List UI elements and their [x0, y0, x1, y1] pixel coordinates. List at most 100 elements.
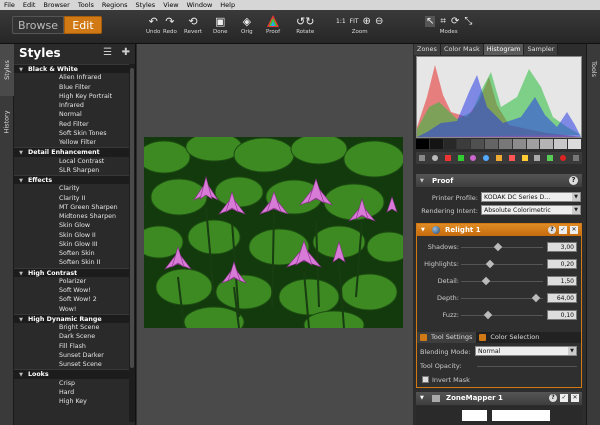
help-icon[interactable]: ? — [569, 176, 578, 185]
style-item[interactable]: Soften Skin — [14, 249, 129, 258]
style-item[interactable]: Sunset Scene — [14, 360, 129, 369]
style-item[interactable]: Local Contrast — [14, 157, 129, 166]
menu-tools[interactable]: Tools — [74, 1, 98, 9]
add-style-icon[interactable]: ✚ — [122, 47, 130, 58]
zone-box[interactable] — [462, 410, 487, 421]
slider-handle[interactable] — [483, 310, 493, 320]
invert-mask-checkbox[interactable] — [422, 376, 429, 383]
style-item[interactable]: Normal — [14, 110, 129, 119]
redo-button[interactable]: ↷ Redo — [163, 13, 177, 36]
style-item[interactable]: Soft Skin Tones — [14, 129, 129, 138]
style-item[interactable]: Red Filter — [14, 120, 129, 129]
slider-handle[interactable] — [532, 293, 541, 303]
film-icon[interactable] — [534, 155, 541, 161]
swatch-icon[interactable] — [508, 155, 515, 161]
menu-regions[interactable]: Regions — [98, 1, 132, 9]
menu-help[interactable]: Help — [216, 1, 239, 9]
style-item[interactable]: Skin Glow — [14, 221, 129, 230]
style-item[interactable]: Yellow Filter — [14, 138, 129, 147]
close-icon[interactable]: ✕ — [571, 394, 579, 402]
style-category[interactable]: ▼ High Contrast — [14, 267, 129, 277]
style-item[interactable]: Fill Flash — [14, 342, 129, 351]
done-button[interactable]: ▣ Done — [213, 13, 227, 36]
crop-icon[interactable]: ⌗ — [440, 16, 446, 27]
slider-handle[interactable] — [493, 242, 503, 252]
style-item[interactable]: Polarizer — [14, 277, 129, 286]
menu-styles[interactable]: Styles — [131, 1, 159, 9]
style-category[interactable]: ▼ Looks — [14, 369, 129, 379]
slider-value-input[interactable]: 0,10 — [547, 310, 577, 320]
tab-sampler[interactable]: Sampler — [524, 44, 559, 55]
rotate-button[interactable]: ↺↻ Rotate — [296, 13, 314, 36]
tool-opacity-slider[interactable] — [477, 366, 577, 367]
moon-icon[interactable] — [432, 155, 439, 161]
zoom-out-icon[interactable]: ⊖ — [375, 16, 383, 27]
transform-icon[interactable]: ⤡ — [464, 16, 472, 27]
style-item[interactable]: Alien Infrared — [14, 73, 129, 82]
zoom-fit-button[interactable]: FIT — [350, 18, 359, 25]
style-item[interactable]: Wow! — [14, 305, 129, 314]
color-wheel-icon[interactable] — [470, 155, 477, 161]
style-item[interactable]: High Key Portrait — [14, 92, 129, 101]
edit-mode-button[interactable]: Edit — [64, 16, 102, 34]
proof-panel-header[interactable]: ▼ Proof ? — [416, 174, 582, 187]
style-item[interactable]: Sunset Darker — [14, 351, 129, 360]
style-item[interactable]: High Key — [14, 397, 129, 406]
rotate-tool-icon[interactable]: ⟳ — [451, 16, 459, 27]
close-icon[interactable]: ✕ — [570, 226, 578, 234]
slider-track[interactable] — [461, 281, 543, 282]
record-icon[interactable] — [559, 155, 566, 161]
tab-history[interactable]: History — [0, 96, 14, 148]
style-category[interactable]: ▼ Effects — [14, 175, 129, 185]
relight-header[interactable]: ▼ Relight 1 ? ✓ ✕ — [417, 224, 581, 236]
slider-value-input[interactable]: 0,20 — [547, 259, 577, 269]
tab-histogram[interactable]: Histogram — [483, 44, 525, 55]
style-item[interactable]: Infrared — [14, 101, 129, 110]
slider-value-input[interactable]: 3,00 — [547, 242, 577, 252]
grid-icon[interactable] — [547, 155, 554, 161]
tab-tools[interactable]: Tools — [587, 44, 600, 94]
plus-icon[interactable] — [572, 155, 579, 161]
sphere-icon[interactable] — [483, 155, 490, 161]
layer-icon[interactable] — [419, 155, 426, 161]
list-view-icon[interactable]: ☰ — [103, 47, 112, 58]
help-icon[interactable]: ? — [549, 394, 557, 402]
browse-mode-button[interactable]: Browse — [12, 16, 64, 34]
slider-value-input[interactable]: 1,50 — [547, 276, 577, 286]
style-category[interactable]: ▼ Detail Enhancement — [14, 147, 129, 157]
tab-tool-settings[interactable]: Tool Settings — [417, 332, 477, 343]
menu-browser[interactable]: Browser — [39, 1, 73, 9]
tab-styles[interactable]: Styles — [0, 44, 14, 96]
zonemapper-header[interactable]: ▼ ZoneMapper 1 ? ✓ ✕ — [416, 392, 582, 405]
zoom-in-icon[interactable]: ⊕ — [363, 16, 371, 27]
revert-button[interactable]: ⟲ Revert — [184, 13, 202, 36]
help-icon[interactable]: ? — [548, 226, 556, 234]
menu-view[interactable]: View — [159, 1, 182, 9]
zone-box[interactable] — [492, 410, 550, 421]
tab-color-mask[interactable]: Color Mask — [440, 44, 484, 55]
style-item[interactable]: Clarity II — [14, 194, 129, 203]
palette-icon[interactable] — [521, 155, 528, 161]
enable-checkbox[interactable]: ✓ — [560, 394, 568, 402]
tab-color-selection[interactable]: Color Selection — [476, 332, 543, 343]
style-item[interactable]: Clarity — [14, 184, 129, 193]
menu-file[interactable]: File — [0, 1, 19, 9]
style-item[interactable]: Midtones Sharpen — [14, 212, 129, 221]
slider-track[interactable] — [461, 298, 543, 299]
gradient-icon[interactable] — [495, 155, 502, 161]
triangle-icon[interactable] — [444, 155, 451, 161]
enable-checkbox[interactable]: ✓ — [559, 226, 567, 234]
style-item[interactable]: Blue Filter — [14, 83, 129, 92]
undo-button[interactable]: ↶ Undo — [146, 13, 160, 36]
image-canvas[interactable] — [137, 44, 413, 425]
levels-icon[interactable] — [457, 155, 464, 161]
style-item[interactable]: Dark Scene — [14, 332, 129, 341]
menu-window[interactable]: Window — [183, 1, 217, 9]
style-item[interactable]: Hard — [14, 388, 129, 397]
tab-zones[interactable]: Zones — [414, 44, 441, 55]
style-item[interactable]: Soften Skin II — [14, 258, 129, 267]
style-category[interactable]: ▼ Black & White — [14, 64, 129, 74]
pointer-icon[interactable]: ↖ — [425, 15, 436, 27]
scrollbar-thumb[interactable] — [130, 68, 134, 368]
style-item[interactable]: Skin Glow III — [14, 240, 129, 249]
